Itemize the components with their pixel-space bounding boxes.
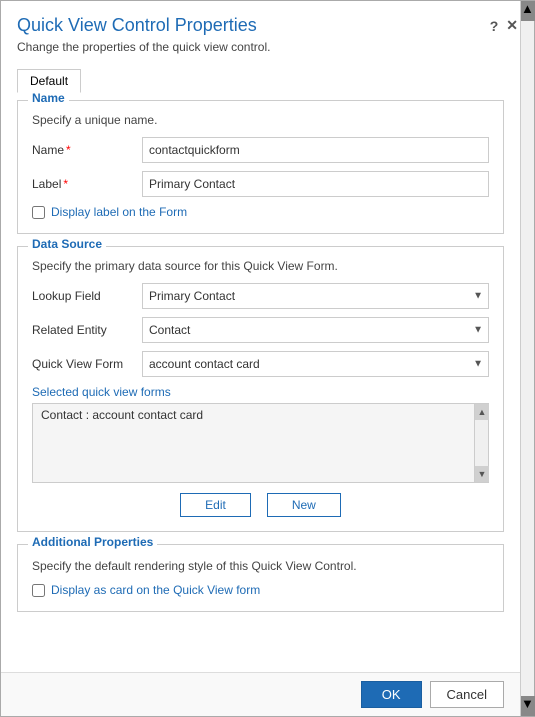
datasource-btn-row: Edit New <box>32 493 489 517</box>
name-section: Name Specify a unique name. Name* Label*… <box>17 100 504 234</box>
display-as-card-label: Display as card on the Quick View form <box>51 583 260 597</box>
dialog-subtitle: Change the properties of the quick view … <box>17 40 270 54</box>
related-entity-label: Related Entity <box>32 323 142 337</box>
related-entity-select-wrap: Contact ▼ <box>142 317 489 343</box>
display-label-text: Display label on the Form <box>51 205 187 219</box>
display-label-row: Display label on the Form <box>32 205 489 219</box>
new-button[interactable]: New <box>267 493 341 517</box>
selected-forms-listbox[interactable]: Contact : account contact card ▲ ▼ <box>32 403 489 483</box>
lookup-label: Lookup Field <box>32 289 142 303</box>
additional-section-legend: Additional Properties <box>28 535 157 549</box>
content-area: Default Name Specify a unique name. Name… <box>1 60 520 672</box>
datasource-section: Data Source Specify the primary data sou… <box>17 246 504 532</box>
additional-section: Additional Properties Specify the defaul… <box>17 544 504 612</box>
title-bar: Quick View Control Properties Change the… <box>1 1 534 60</box>
quick-view-form-label: Quick View Form <box>32 357 142 371</box>
ok-button[interactable]: OK <box>361 681 422 708</box>
display-as-card-checkbox[interactable] <box>32 584 45 597</box>
related-entity-row: Related Entity Contact ▼ <box>32 317 489 343</box>
name-row: Name* <box>32 137 489 163</box>
listbox-scroll-up[interactable]: ▲ <box>475 404 489 420</box>
lookup-select[interactable]: Primary Contact <box>142 283 489 309</box>
listbox-scrollbar[interactable]: ▲ ▼ <box>474 404 488 482</box>
selected-forms-label: Selected quick view forms <box>32 385 489 399</box>
selected-forms-area: Selected quick view forms Contact : acco… <box>32 385 489 483</box>
name-section-legend: Name <box>28 91 69 105</box>
title-bar-left: Quick View Control Properties Change the… <box>17 15 270 54</box>
name-label: Name* <box>32 143 142 157</box>
label-input[interactable] <box>142 171 489 197</box>
listbox-item: Contact : account contact card <box>33 404 488 426</box>
quick-view-form-select-wrap: account contact card ▼ <box>142 351 489 377</box>
label-row: Label* <box>32 171 489 197</box>
related-entity-select[interactable]: Contact <box>142 317 489 343</box>
scrollbar-thumb-bottom[interactable]: ▼ <box>521 696 535 716</box>
scrollbar-track[interactable]: ▲ ▼ <box>520 1 534 716</box>
edit-button[interactable]: Edit <box>180 493 251 517</box>
datasource-section-legend: Data Source <box>28 237 106 251</box>
scrollbar-thumb-top[interactable]: ▲ <box>521 1 535 21</box>
label-label: Label* <box>32 177 142 191</box>
quick-view-form-select[interactable]: account contact card <box>142 351 489 377</box>
cancel-button[interactable]: Cancel <box>430 681 504 708</box>
lookup-row: Lookup Field Primary Contact ▼ <box>32 283 489 309</box>
listbox-scroll-down[interactable]: ▼ <box>475 466 489 482</box>
display-label-checkbox[interactable] <box>32 206 45 219</box>
quick-view-form-row: Quick View Form account contact card ▼ <box>32 351 489 377</box>
datasource-section-desc: Specify the primary data source for this… <box>32 259 489 273</box>
name-section-desc: Specify a unique name. <box>32 113 489 127</box>
additional-section-desc: Specify the default rendering style of t… <box>32 559 489 573</box>
dialog: Quick View Control Properties Change the… <box>0 0 535 717</box>
lookup-select-wrap: Primary Contact ▼ <box>142 283 489 309</box>
display-as-card-row: Display as card on the Quick View form <box>32 583 489 597</box>
tab-default[interactable]: Default <box>17 69 81 93</box>
help-icon[interactable]: ? <box>490 18 499 34</box>
tab-bar: Default <box>17 68 504 92</box>
name-input[interactable] <box>142 137 489 163</box>
close-icon[interactable]: ✕ <box>506 17 518 34</box>
footer-bar: OK Cancel <box>1 672 534 716</box>
title-bar-right: ? ✕ <box>490 15 518 34</box>
dialog-title: Quick View Control Properties <box>17 15 270 36</box>
